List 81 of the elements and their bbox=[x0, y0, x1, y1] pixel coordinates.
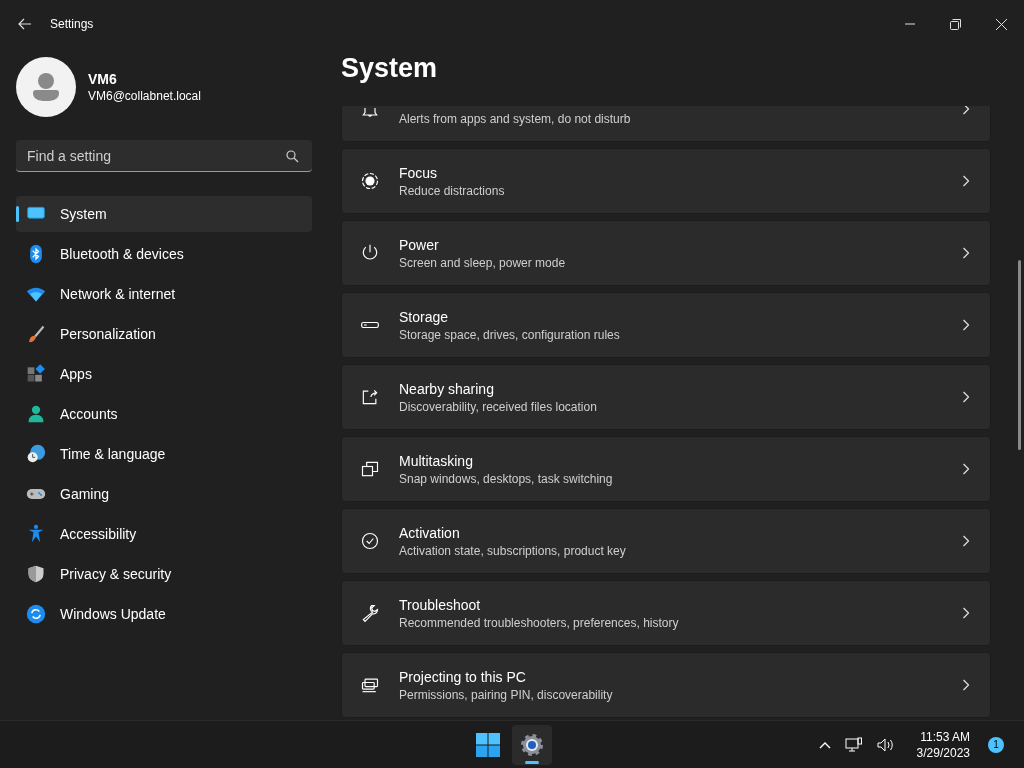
chevron-right-icon bbox=[962, 319, 970, 331]
chevron-right-icon bbox=[962, 535, 970, 547]
chevron-right-icon bbox=[962, 247, 970, 259]
restore-icon[interactable] bbox=[950, 18, 961, 30]
notification-badge[interactable]: 1 bbox=[988, 736, 1004, 753]
share-icon bbox=[360, 387, 380, 407]
card-title: Focus bbox=[399, 164, 439, 181]
sidebar-item[interactable]: Accessibility bbox=[16, 516, 312, 552]
sidebar-item[interactable]: Apps bbox=[16, 356, 312, 392]
card-description: Alerts from apps and system, do not disturb bbox=[399, 111, 632, 126]
settings-card[interactable]: Multitasking Snap windows, desktops, task switching bbox=[341, 436, 991, 502]
settings-card[interactable]: Focus Reduce distractions bbox=[341, 148, 991, 214]
chevron-right-icon bbox=[962, 679, 970, 691]
settings-card[interactable]: Storage Storage space, drives, configuration rules bbox=[341, 292, 991, 358]
chevron-right-icon bbox=[962, 463, 970, 475]
settings-card[interactable]: Projecting to this PC Permissions, pairing PIN, discoverability bbox=[341, 652, 991, 718]
card-description: Permissions, pairing PIN, discoverability bbox=[399, 687, 614, 702]
card-description: Storage space, drives, configuration rules bbox=[399, 327, 621, 342]
card-title: Storage bbox=[399, 308, 450, 325]
card-title: Nearby sharing bbox=[399, 380, 495, 397]
power-icon bbox=[360, 243, 380, 263]
chevron-right-icon bbox=[962, 391, 970, 403]
chevron-right-icon bbox=[962, 106, 970, 115]
card-description: Screen and sleep, power mode bbox=[399, 255, 567, 270]
settings-card[interactable]: Power Screen and sleep, power mode bbox=[341, 220, 991, 286]
settings-taskbar-button[interactable] bbox=[512, 724, 552, 765]
card-title: Troubleshoot bbox=[399, 596, 482, 613]
sidebar-item[interactable]: Bluetooth & devices bbox=[16, 236, 312, 272]
check-circle-icon bbox=[360, 531, 380, 551]
focus-icon bbox=[360, 171, 380, 191]
sidebar-item[interactable]: Windows Update bbox=[16, 596, 312, 632]
card-description: Recommended troubleshooters, preferences, history bbox=[399, 615, 680, 630]
chevron-right-icon bbox=[962, 175, 970, 187]
update-icon bbox=[26, 604, 46, 624]
card-description: Reduce distractions bbox=[399, 183, 506, 198]
user-name: VM6 bbox=[88, 71, 118, 87]
windows-stack-icon bbox=[360, 459, 380, 479]
clock-date: 3/29/2023 bbox=[916, 745, 970, 760]
clock-time: 11:53 AM bbox=[920, 729, 970, 744]
scrollbar-thumb[interactable] bbox=[1018, 260, 1021, 450]
shield-icon bbox=[26, 564, 46, 584]
settings-card[interactable]: Troubleshoot Recommended troubleshooters, preferences, history bbox=[341, 580, 991, 646]
windows-logo-icon bbox=[476, 732, 500, 757]
bell-icon bbox=[360, 108, 380, 117]
settings-card[interactable]: Activation Activation state, subscriptions, product key bbox=[341, 508, 991, 574]
user-email: VM6@collabnet.local bbox=[88, 89, 201, 103]
card-description: Activation state, subscriptions, product key bbox=[399, 543, 627, 558]
sidebar-item[interactable]: Privacy & security bbox=[16, 556, 312, 592]
selection-indicator bbox=[16, 206, 19, 222]
paintbrush-icon bbox=[26, 324, 46, 344]
search-icon bbox=[286, 150, 299, 163]
sidebar-item[interactable]: System bbox=[16, 196, 312, 232]
sidebar-item[interactable]: Personalization bbox=[16, 316, 312, 352]
back-arrow-icon[interactable] bbox=[17, 16, 33, 32]
chevron-up-icon[interactable] bbox=[818, 740, 831, 749]
settings-card[interactable]: Nearby sharing Discoverability, received files location bbox=[341, 364, 991, 430]
network-icon[interactable] bbox=[844, 736, 863, 753]
page-title: System bbox=[341, 52, 439, 85]
sidebar-item[interactable]: Accounts bbox=[16, 396, 312, 432]
person-icon bbox=[26, 404, 46, 424]
apps-icon bbox=[26, 364, 46, 384]
volume-icon[interactable] bbox=[876, 736, 895, 753]
sidebar-item[interactable]: Network & internet bbox=[16, 276, 312, 312]
search-field[interactable]: Find a setting bbox=[16, 140, 312, 172]
card-title: Activation bbox=[399, 524, 461, 541]
card-description: Snap windows, desktops, task switching bbox=[399, 471, 614, 486]
settings-icon bbox=[520, 732, 544, 757]
window-title: Settings bbox=[50, 17, 94, 31]
avatar-icon bbox=[16, 57, 76, 117]
wrench-icon bbox=[360, 603, 380, 623]
chevron-right-icon bbox=[962, 607, 970, 619]
close-icon[interactable] bbox=[996, 18, 1007, 30]
settings-card[interactable]: Alerts from apps and system, do not disturb bbox=[341, 106, 991, 142]
sidebar-item[interactable]: Time & language bbox=[16, 436, 312, 472]
card-title: Multitasking bbox=[399, 452, 474, 469]
card-title: Power bbox=[399, 236, 440, 253]
sidebar-item[interactable]: Gaming bbox=[16, 476, 312, 512]
running-indicator bbox=[525, 760, 539, 764]
card-description: Discoverability, received files location bbox=[399, 399, 598, 414]
globe-clock-icon bbox=[26, 444, 46, 464]
card-title: Projecting to this PC bbox=[399, 668, 527, 685]
